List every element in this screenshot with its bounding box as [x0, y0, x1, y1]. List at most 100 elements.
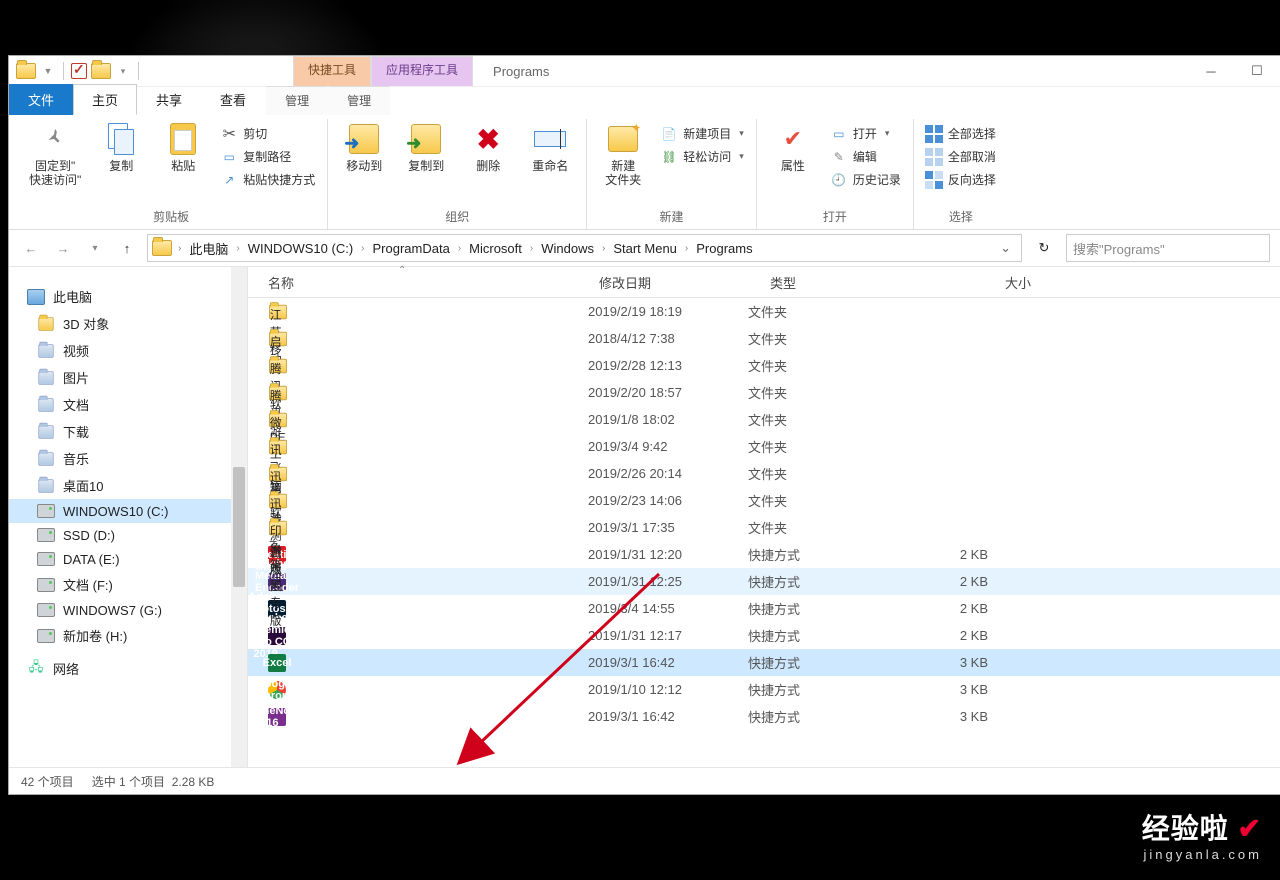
- copy-path-button[interactable]: ▭复制路径: [217, 146, 319, 167]
- crumb-windows[interactable]: Windows: [535, 239, 600, 258]
- new-folder-qat-icon[interactable]: [90, 60, 112, 82]
- open-button[interactable]: ▭打开▾: [827, 123, 905, 144]
- titlebar: ▼ ▾ 快捷工具 应用程序工具 Programs ─ ☐: [9, 56, 1280, 87]
- nav-item-3[interactable]: 文档: [9, 391, 247, 418]
- file-row[interactable]: 迅游_游戏圈专版2019/2/23 14:06文件夹: [248, 487, 1280, 514]
- navigation-pane: 此电脑 3D 对象视频图片文档下载音乐桌面10WINDOWS10 (C:)SSD…: [9, 267, 248, 767]
- crumb-c[interactable]: WINDOWS10 (C:): [242, 239, 359, 258]
- tab-manage-shortcut[interactable]: 管理: [266, 86, 328, 115]
- rename-button[interactable]: 重命名: [522, 119, 578, 177]
- minimize-button[interactable]: ─: [1188, 56, 1234, 86]
- properties-icon[interactable]: [68, 60, 90, 82]
- column-type[interactable]: 类型: [760, 273, 931, 292]
- file-row[interactable]: 江苏移动2019/2/19 18:19文件夹: [248, 298, 1280, 325]
- address-bar: ← → ▾ ↑ › 此电脑› WINDOWS10 (C:)› ProgramDa…: [9, 230, 1280, 267]
- column-date[interactable]: 修改日期: [589, 273, 760, 292]
- breadcrumb[interactable]: › 此电脑› WINDOWS10 (C:)› ProgramData› Micr…: [147, 234, 1022, 262]
- tab-share[interactable]: 共享: [137, 84, 201, 115]
- ribbon-group-new: 新建 文件夹 📄新建项目▾ ⛓轻松访问▾ 新建: [587, 119, 757, 229]
- file-row[interactable]: 迅雷软件2019/2/26 20:14文件夹: [248, 460, 1280, 487]
- file-row[interactable]: 腾讯软件2019/2/28 12:13文件夹: [248, 352, 1280, 379]
- crumb-microsoft[interactable]: Microsoft: [463, 239, 528, 258]
- new-item-button[interactable]: 📄新建项目▾: [657, 123, 748, 144]
- nav-up-button[interactable]: ↑: [115, 236, 139, 260]
- crumb-this-pc[interactable]: 此电脑: [183, 237, 234, 260]
- nav-back-button[interactable]: ←: [19, 236, 43, 260]
- move-to-button[interactable]: ➜移动到: [336, 119, 392, 177]
- nav-item-6[interactable]: 桌面10: [9, 472, 247, 499]
- explorer-window: ▼ ▾ 快捷工具 应用程序工具 Programs ─ ☐ 文件 主页 共享 查看…: [8, 55, 1280, 795]
- search-input[interactable]: 搜索"Programs": [1066, 234, 1270, 262]
- paste-shortcut-button[interactable]: ↗粘贴快捷方式: [217, 169, 319, 190]
- file-row[interactable]: OneNote 20162019/3/1 16:42快捷方式3 KB: [248, 703, 1280, 730]
- invert-selection-button[interactable]: 反向选择: [922, 169, 1000, 190]
- copy-button[interactable]: 复制: [93, 119, 149, 177]
- ribbon-tabs: 文件 主页 共享 查看 管理 管理: [9, 87, 1280, 115]
- breadcrumb-root-icon: [152, 240, 172, 256]
- file-row[interactable]: 腾讯游戏2019/2/20 18:57文件夹: [248, 379, 1280, 406]
- cut-button[interactable]: ✂剪切: [217, 123, 319, 144]
- status-item-count: 42 个项目: [21, 773, 74, 790]
- nav-item-2[interactable]: 图片: [9, 364, 247, 391]
- nav-item-1[interactable]: 视频: [9, 337, 247, 364]
- contextual-tab-shortcut-tools[interactable]: 快捷工具: [293, 56, 371, 86]
- column-size[interactable]: 大小: [931, 273, 1042, 292]
- address-dropdown-icon[interactable]: ⌄: [994, 240, 1017, 256]
- nav-item-8[interactable]: SSD (D:): [9, 523, 247, 547]
- crumb-programs[interactable]: Programs: [690, 239, 758, 258]
- new-folder-button[interactable]: 新建 文件夹: [595, 119, 651, 191]
- copy-to-button[interactable]: ➜复制到: [398, 119, 454, 177]
- properties-button[interactable]: ✔属性: [765, 119, 821, 177]
- pin-to-quickaccess-button[interactable]: 固定到" 快速访问": [23, 119, 87, 191]
- select-none-button[interactable]: 全部取消: [922, 146, 1000, 167]
- nav-scrollbar[interactable]: [231, 267, 247, 767]
- maximize-button[interactable]: ☐: [1234, 56, 1280, 86]
- nav-item-0[interactable]: 3D 对象: [9, 310, 247, 337]
- file-row[interactable]: Adobe Photoshop CC 20172019/3/4 14:55快捷方…: [248, 595, 1280, 622]
- paste-button[interactable]: 粘贴: [155, 119, 211, 177]
- nav-item-12[interactable]: 新加卷 (H:): [9, 622, 247, 649]
- refresh-button[interactable]: ↻: [1030, 234, 1058, 262]
- ribbon-group-open: ✔属性 ▭打开▾ ✎编辑 🕘历史记录 打开: [757, 119, 914, 229]
- ribbon: 固定到" 快速访问" 复制 粘贴 ✂剪切 ▭复制路径 ↗粘贴快捷方式 剪贴板: [9, 115, 1280, 230]
- nav-forward-button[interactable]: →: [51, 236, 75, 260]
- file-row[interactable]: Adobe Media Encoder CC 20192019/1/31 12:…: [248, 568, 1280, 595]
- qat-dropdown-icon[interactable]: ▼: [37, 60, 59, 82]
- file-row[interactable]: 微PE工具箱2019/1/8 18:02文件夹: [248, 406, 1280, 433]
- delete-button[interactable]: ✖删除: [460, 119, 516, 177]
- crumb-programdata[interactable]: ProgramData: [367, 239, 456, 258]
- nav-item-4[interactable]: 下载: [9, 418, 247, 445]
- contextual-tab-app-tools[interactable]: 应用程序工具: [371, 56, 473, 86]
- nav-item-11[interactable]: WINDOWS7 (G:): [9, 598, 247, 622]
- edit-button[interactable]: ✎编辑: [827, 146, 905, 167]
- tab-manage-app[interactable]: 管理: [328, 86, 390, 115]
- tab-view[interactable]: 查看: [201, 84, 265, 115]
- tab-file[interactable]: 文件: [9, 84, 73, 115]
- file-row[interactable]: 印象笔记2019/3/1 17:35文件夹: [248, 514, 1280, 541]
- file-row[interactable]: Excel2019/3/1 16:42快捷方式3 KB: [248, 649, 1280, 676]
- history-button[interactable]: 🕘历史记录: [827, 169, 905, 190]
- nav-recent-dropdown[interactable]: ▾: [83, 236, 107, 260]
- nav-network[interactable]: 🖧网络: [9, 655, 247, 682]
- file-row[interactable]: Adobe Premiere Pro CC 20192019/1/31 12:1…: [248, 622, 1280, 649]
- file-row[interactable]: Adobe Creative Cloud2019/1/31 12:20快捷方式2…: [248, 541, 1280, 568]
- nav-this-pc[interactable]: 此电脑: [9, 283, 247, 310]
- ribbon-group-select: 全部选择 全部取消 反向选择 选择: [914, 119, 1008, 229]
- crumb-startmenu[interactable]: Start Menu: [607, 239, 683, 258]
- nav-item-9[interactable]: DATA (E:): [9, 547, 247, 571]
- file-row[interactable]: 启动2018/4/12 7:38文件夹: [248, 325, 1280, 352]
- easy-access-button[interactable]: ⛓轻松访问▾: [657, 146, 748, 167]
- sort-indicator-icon: ⌃: [398, 265, 406, 276]
- nav-item-10[interactable]: 文档 (F:): [9, 571, 247, 598]
- folder-icon: [15, 60, 37, 82]
- tab-home[interactable]: 主页: [73, 84, 137, 115]
- select-all-button[interactable]: 全部选择: [922, 123, 1000, 144]
- status-selected: 选中 1 个项目 2.28 KB: [92, 773, 215, 790]
- nav-item-7[interactable]: WINDOWS10 (C:): [9, 499, 247, 523]
- ribbon-group-organize: ➜移动到 ➜复制到 ✖删除 重命名 组织: [328, 119, 587, 229]
- file-row[interactable]: Google Chrome2019/1/10 12:12快捷方式3 KB: [248, 676, 1280, 703]
- column-name[interactable]: 名称: [248, 273, 589, 292]
- file-row[interactable]: 讯飞输入法 测试版2019/3/4 9:42文件夹: [248, 433, 1280, 460]
- nav-item-5[interactable]: 音乐: [9, 445, 247, 472]
- qat-customize-icon[interactable]: ▾: [112, 60, 134, 82]
